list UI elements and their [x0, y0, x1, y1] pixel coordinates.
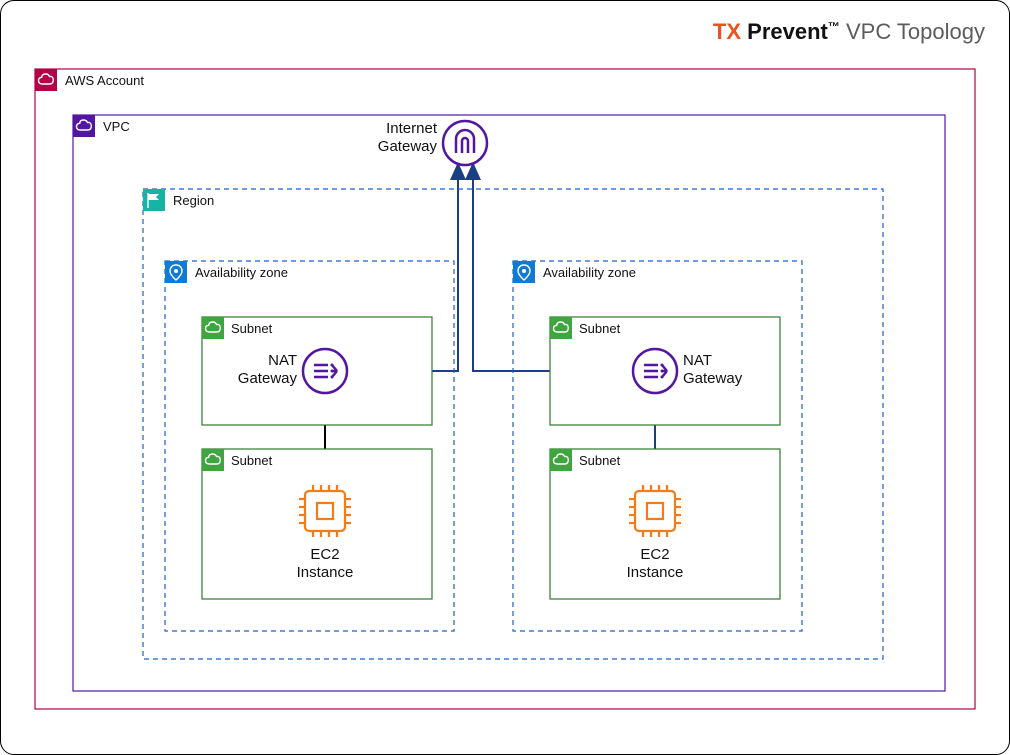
az1-label: Availability zone: [195, 265, 288, 280]
nat-icon: [644, 364, 667, 379]
az1-nat-l2: Gateway: [238, 370, 298, 387]
igw-label-1: Internet: [386, 120, 438, 137]
az2-subnet-public: Subnet NAT Gateway: [550, 317, 780, 425]
aws-account-label: AWS Account: [65, 73, 144, 88]
title-tm: ™: [828, 20, 840, 34]
page-title: TX Prevent™ VPC Topology: [25, 19, 985, 45]
region-label: Region: [173, 193, 214, 208]
az1-subnet2-label: Subnet: [231, 453, 273, 468]
az2-subnet2-label: Subnet: [579, 453, 621, 468]
az1-nat-l1: NAT: [268, 352, 297, 369]
title-prevent: Prevent: [747, 19, 828, 44]
az2-label: Availability zone: [543, 265, 636, 280]
az1-subnet-public: Subnet NAT G: [202, 317, 432, 425]
az2-subnet1-label: Subnet: [579, 321, 621, 336]
nat-icon: [314, 364, 337, 379]
az2-nat-l2: Gateway: [683, 370, 743, 387]
az2-ec2-l2: Instance: [627, 564, 684, 581]
title-tail: VPC Topology: [846, 19, 985, 44]
az1-ec2-l1: EC2: [310, 546, 339, 563]
az2-ec2-l1: EC2: [640, 546, 669, 563]
az2-nat-l1: NAT: [683, 352, 712, 369]
az1-ec2-l2: Instance: [297, 564, 354, 581]
igw-label-2: Gateway: [378, 138, 438, 155]
vpc-label: VPC: [103, 119, 130, 134]
az2-subnet-private: Subnet EC2 Instance: [550, 449, 780, 599]
az1-subnet-private: Subnet EC2 Instance: [202, 449, 432, 599]
vpc-topology-diagram: AWS Account VPC: [25, 61, 985, 721]
az1-subnet1-label: Subnet: [231, 321, 273, 336]
title-tx: TX: [713, 19, 741, 44]
